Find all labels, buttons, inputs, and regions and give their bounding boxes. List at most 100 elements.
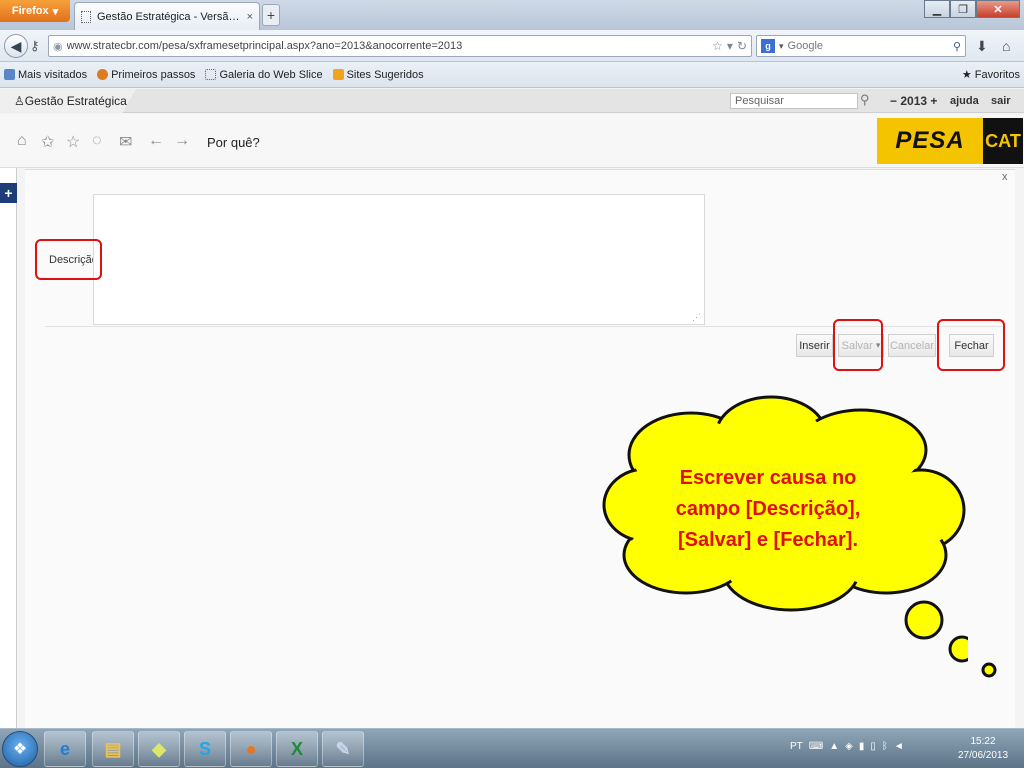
comment-icon[interactable]: ◌ xyxy=(92,132,102,150)
bookmark-getting-started[interactable]: Primeiros passos xyxy=(97,69,195,81)
page-icon xyxy=(81,10,91,23)
app-header: ♙Gestão Estratégica Pesquisar ⚲ − 2013 +… xyxy=(0,89,1024,113)
page-icon xyxy=(205,69,217,80)
company-logo: PESA CAT xyxy=(877,118,1023,164)
show-hidden-icons[interactable]: ▲ xyxy=(829,741,839,752)
callout-line-3: [Salvar] e [Fechar]. xyxy=(677,529,859,551)
signal-icon[interactable]: ▮ xyxy=(859,741,865,752)
globe-icon: ◉ xyxy=(53,40,63,53)
bookmarks-bar: Mais visitados Primeiros passos Galeria … xyxy=(0,62,1024,88)
expand-panel-button[interactable]: + xyxy=(0,183,17,203)
callout-text: Escrever causa no campo [Descrição], [Sa… xyxy=(640,463,896,556)
app-search-input[interactable]: Pesquisar xyxy=(730,93,858,109)
keyboard-icon[interactable]: ⌨ xyxy=(809,741,823,752)
firefox-icon xyxy=(97,69,109,80)
add-favorite-icon[interactable]: ✩ xyxy=(41,132,54,152)
cat-logo: CAT xyxy=(983,118,1023,164)
year-selector: − 2013 + xyxy=(890,94,937,108)
cancel-button[interactable]: Cancelar xyxy=(888,334,936,357)
bookmark-web-slice[interactable]: Galeria do Web Slice xyxy=(205,68,323,81)
close-panel-icon[interactable]: x xyxy=(1002,171,1008,183)
app-toolbar: ⌂ ✩ ☆ ◌ ✉ ← → Por quê? PESA CAT xyxy=(0,114,1024,168)
callout-tail-dot xyxy=(981,662,997,678)
close-tab-icon[interactable]: × xyxy=(247,11,253,23)
pesa-logo: PESA xyxy=(877,118,983,164)
previous-year-button[interactable]: − xyxy=(890,94,897,108)
tab-title: Gestão Estratégica - Versão: 6.20.02 - L… xyxy=(97,10,241,23)
taskbar-clock[interactable]: 15:22 27/06/2013 xyxy=(958,735,1008,763)
star-icon: ★ xyxy=(961,69,972,81)
next-year-button[interactable]: + xyxy=(930,94,937,108)
close-window-button[interactable]: ✕ xyxy=(976,0,1020,18)
window-controls: ▁ ❐ ✕ xyxy=(924,0,1020,18)
bluetooth-icon[interactable]: ᛒ xyxy=(882,741,888,752)
highlight-save xyxy=(833,319,883,371)
home-icon[interactable]: ⌂ xyxy=(1002,38,1010,54)
mail-icon[interactable]: ✉ xyxy=(119,132,132,152)
internet-explorer-icon[interactable]: e xyxy=(44,731,86,767)
home-icon[interactable]: ⌂ xyxy=(17,132,27,150)
browser-search-bar[interactable]: g ▾ Google ⚲ xyxy=(756,35,966,57)
logout-link[interactable]: sair xyxy=(991,95,1011,107)
skype-icon[interactable]: S xyxy=(184,731,226,767)
google-icon[interactable]: g xyxy=(761,39,775,53)
new-tab-button[interactable]: + xyxy=(262,4,280,26)
volume-icon[interactable]: ◄ xyxy=(894,741,904,752)
suggested-sites-icon xyxy=(332,69,344,80)
back-button[interactable]: ◀ xyxy=(4,34,28,58)
network-icon[interactable]: ◈ xyxy=(845,741,853,752)
reload-icon[interactable]: ↻ xyxy=(737,39,747,53)
url-bar[interactable]: ◉ www.stratecbr.com/pesa/sxframesetprinc… xyxy=(48,35,752,57)
maximize-window-button[interactable]: ❐ xyxy=(950,0,976,18)
windows-taskbar: ❖ e ▤ ◆ S ● X ✎ PT ⌨ ▲ ◈ ▮ ▯ ᛒ ◄ 15:22 2… xyxy=(0,728,1024,768)
url-text: www.stratecbr.com/pesa/sxframesetprincip… xyxy=(66,40,463,52)
bookmark-most-visited[interactable]: Mais visitados xyxy=(4,69,87,81)
clock-time: 15:22 xyxy=(970,736,996,747)
insert-button[interactable]: Inserir xyxy=(796,334,833,357)
bookmark-suggested-sites[interactable]: Sites Sugeridos xyxy=(332,68,424,81)
file-explorer-icon[interactable]: ▤ xyxy=(92,731,134,767)
app-title-text: Gestão Estratégica xyxy=(24,94,127,108)
browser-navbar: ◀ ⚷ ◉ www.stratecbr.com/pesa/sxframesetp… xyxy=(0,30,1024,62)
help-link[interactable]: ajuda xyxy=(950,95,979,107)
search-icon[interactable]: ⚲ xyxy=(860,92,870,108)
year-value: 2013 xyxy=(900,94,928,108)
callout-line-1: Escrever causa no xyxy=(679,467,857,489)
app-title[interactable]: ♙Gestão Estratégica xyxy=(14,94,127,108)
notes-icon[interactable]: ◆ xyxy=(138,731,180,767)
browser-titlebar: Firefox ▾ Gestão Estratégica - Versão: 6… xyxy=(0,0,1024,30)
browser-search-input[interactable]: Google xyxy=(788,40,949,52)
arrow-left-icon[interactable]: ← xyxy=(148,132,164,150)
bookmark-label: Galeria do Web Slice xyxy=(219,68,323,81)
firefox-menu-label: Firefox xyxy=(11,5,49,17)
bookmark-folder-icon xyxy=(4,69,15,80)
search-icon[interactable]: ⚲ xyxy=(953,40,961,53)
language-indicator[interactable]: PT xyxy=(790,741,803,752)
bookmark-label: Sites Sugeridos xyxy=(346,68,424,81)
history-dropdown-icon[interactable]: ▾ xyxy=(727,39,733,53)
bookmark-label: Primeiros passos xyxy=(111,68,196,81)
start-button[interactable]: ❖ xyxy=(2,731,38,767)
favorites-button[interactable]: ★ Favoritos xyxy=(961,68,1020,82)
description-textarea[interactable] xyxy=(93,194,705,325)
user-icon: ♙ xyxy=(14,94,25,108)
battery-icon[interactable]: ▯ xyxy=(870,741,876,752)
arrow-right-icon[interactable]: → xyxy=(174,132,190,150)
favorite-star-icon[interactable]: ☆ xyxy=(66,132,80,152)
paint-icon[interactable]: ✎ xyxy=(322,731,364,767)
clock-date: 27/06/2013 xyxy=(958,750,1009,761)
minimize-window-button[interactable]: ▁ xyxy=(924,0,950,18)
bookmark-star-icon[interactable]: ☆ xyxy=(712,39,723,53)
key-icon[interactable]: ⚷ xyxy=(30,38,40,54)
firefox-menu-button[interactable]: Firefox ▾ xyxy=(0,0,70,22)
firefox-icon[interactable]: ● xyxy=(230,731,272,767)
highlight-close xyxy=(937,319,1005,371)
chevron-down-icon: ▾ xyxy=(779,40,784,51)
resize-grip-icon[interactable]: ⋰ xyxy=(692,312,701,323)
download-icon[interactable]: ⬇ xyxy=(976,38,988,55)
arrow-left-icon: ◀ xyxy=(10,37,22,54)
excel-icon[interactable]: X xyxy=(276,731,318,767)
system-tray: PT ⌨ ▲ ◈ ▮ ▯ ᛒ ◄ xyxy=(790,741,904,752)
callout-line-2: campo [Descrição], xyxy=(675,498,861,520)
browser-tab[interactable]: Gestão Estratégica - Versão: 6.20.02 - L… xyxy=(74,2,260,30)
